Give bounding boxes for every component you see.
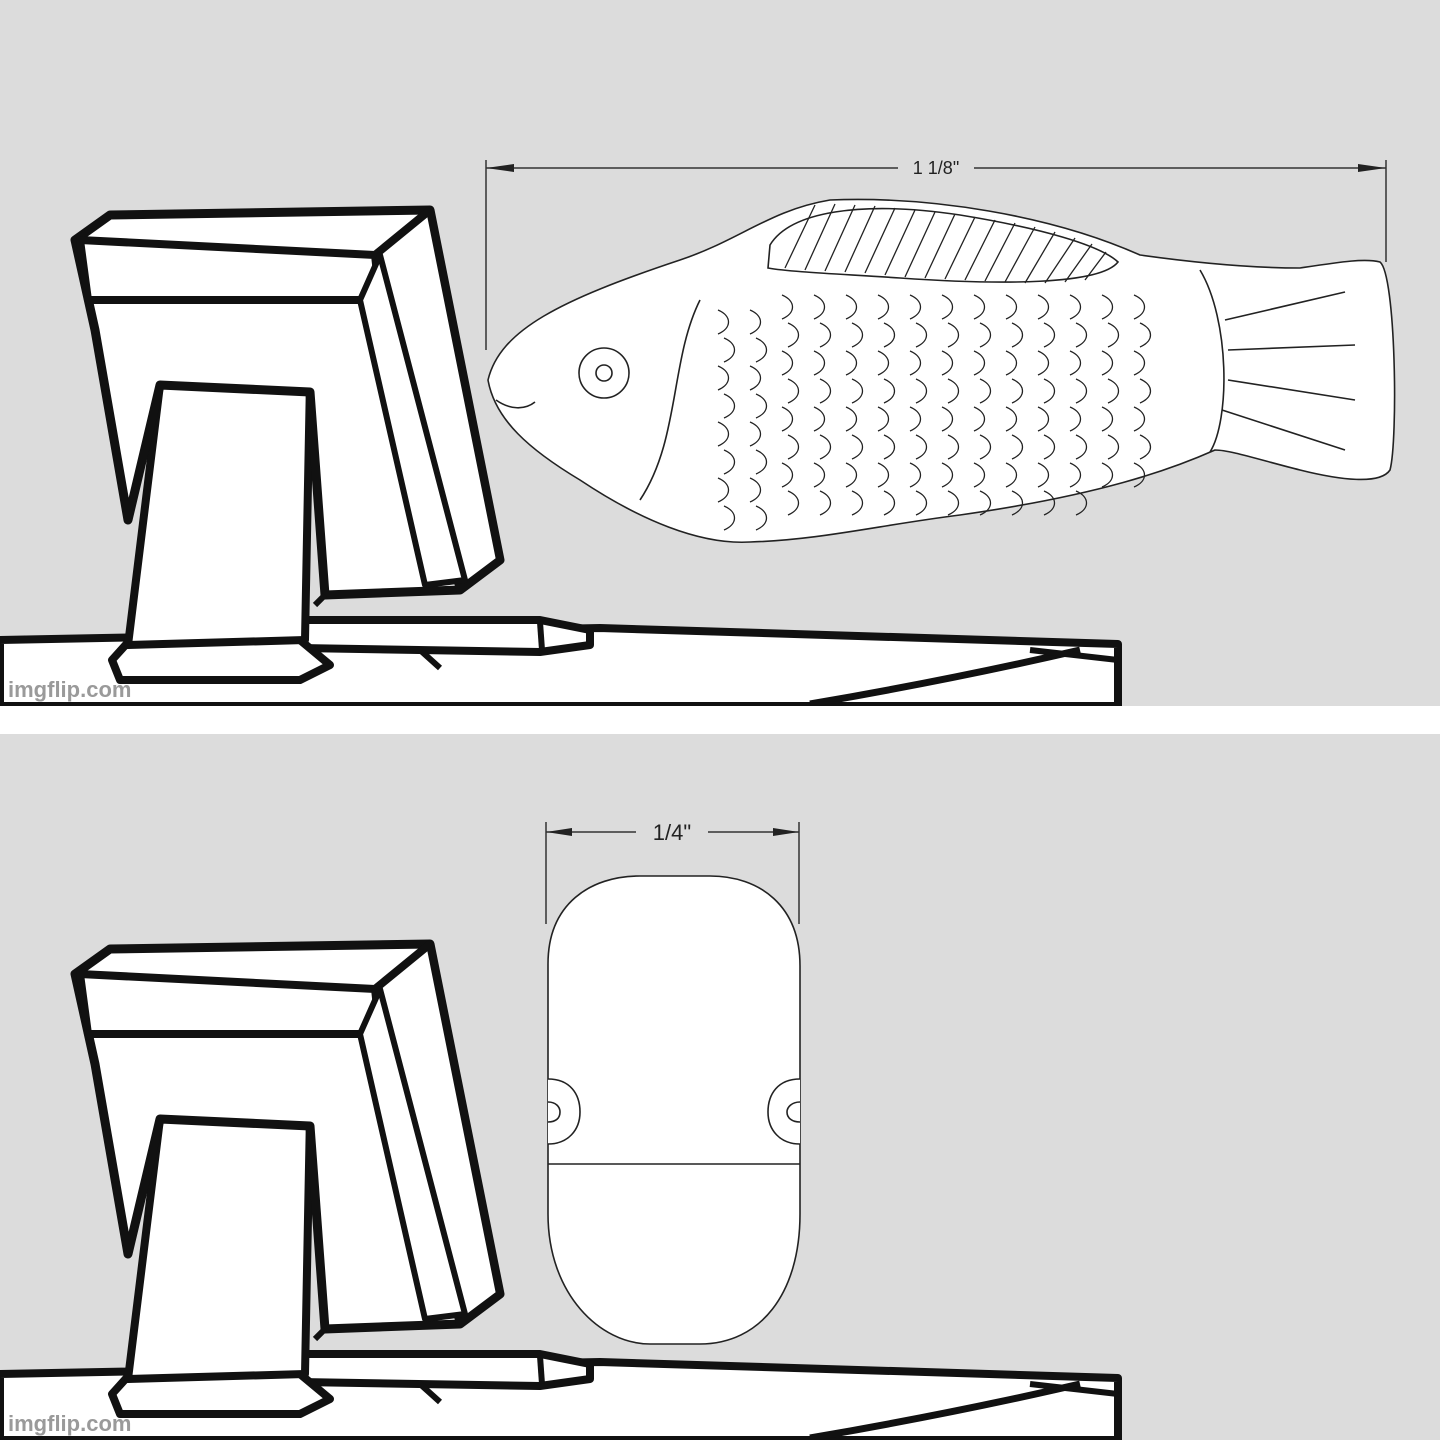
watermark-bottom: imgflip.com: [8, 1411, 131, 1436]
panel-bottom-drawing: 1/4" imgflip.com: [0, 820, 1122, 1440]
fish-side-view: [487, 198, 1396, 544]
fish-eye-outer: [578, 347, 630, 399]
computer-monitor: [70, 939, 505, 1418]
computer-monitor: [70, 205, 505, 684]
dimension-label-width: 1/4": [653, 820, 691, 845]
fish-front-outline: [547, 875, 801, 1345]
panel-top-drawing: 1 1/8" imgflip.com: [0, 158, 1396, 706]
watermark-top: imgflip.com: [8, 677, 131, 702]
dimension-label-length: 1 1/8": [913, 158, 959, 178]
dorsal-hatch-outline: [767, 207, 1120, 283]
meme-panel-bottom: 1/4" imgflip.com: [0, 734, 1440, 1440]
meme-panel-top: 1 1/8" imgflip.com: [0, 0, 1440, 706]
fish-end-view: [547, 875, 801, 1345]
